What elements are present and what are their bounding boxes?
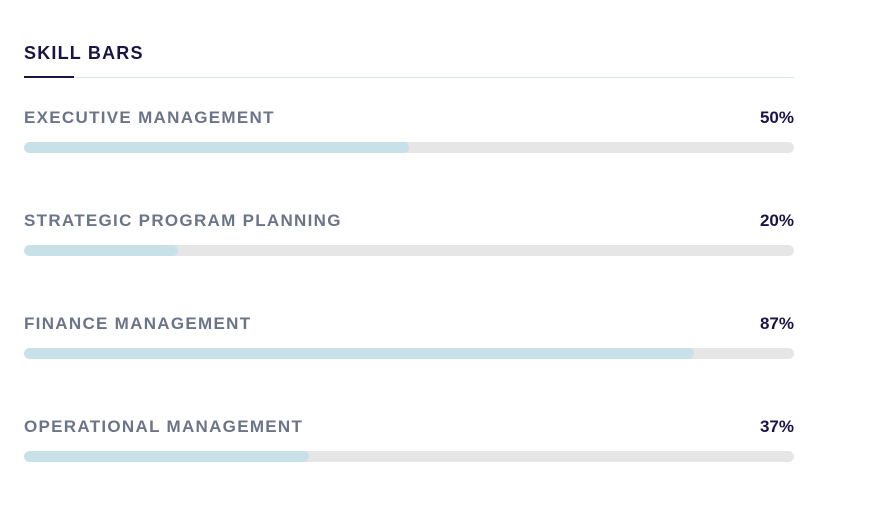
section-title: SKILL BARS (24, 43, 144, 63)
skill-bars-widget: SKILL BARS EXECUTIVE MANAGEMENT 50% STRA… (24, 40, 794, 462)
progress-track (24, 451, 794, 462)
progress-fill (24, 348, 694, 359)
skill-percentage: 37% (759, 417, 794, 436)
progress-fill (24, 142, 409, 153)
title-divider (24, 76, 794, 78)
skill-percentage: 87% (759, 314, 794, 333)
progress-track (24, 348, 794, 359)
title-divider-accent (24, 76, 74, 78)
skill-label: FINANCE MANAGEMENT (24, 314, 252, 333)
progress-track (24, 142, 794, 153)
progress-fill (24, 245, 178, 256)
skill-label: OPERATIONAL MANAGEMENT (24, 417, 304, 436)
skill-label: EXECUTIVE MANAGEMENT (24, 108, 275, 127)
skill-label: STRATEGIC PROGRAM PLANNING (24, 211, 342, 230)
skill-percentage: 20% (759, 211, 794, 230)
skill-item-operational-management: OPERATIONAL MANAGEMENT 37% (24, 415, 794, 462)
skill-item-executive-management: EXECUTIVE MANAGEMENT 50% (24, 106, 794, 153)
progress-fill (24, 451, 309, 462)
skill-item-strategic-program-planning: STRATEGIC PROGRAM PLANNING 20% (24, 209, 794, 256)
skill-item-finance-management: FINANCE MANAGEMENT 87% (24, 312, 794, 359)
progress-track (24, 245, 794, 256)
skill-percentage: 50% (759, 108, 794, 127)
